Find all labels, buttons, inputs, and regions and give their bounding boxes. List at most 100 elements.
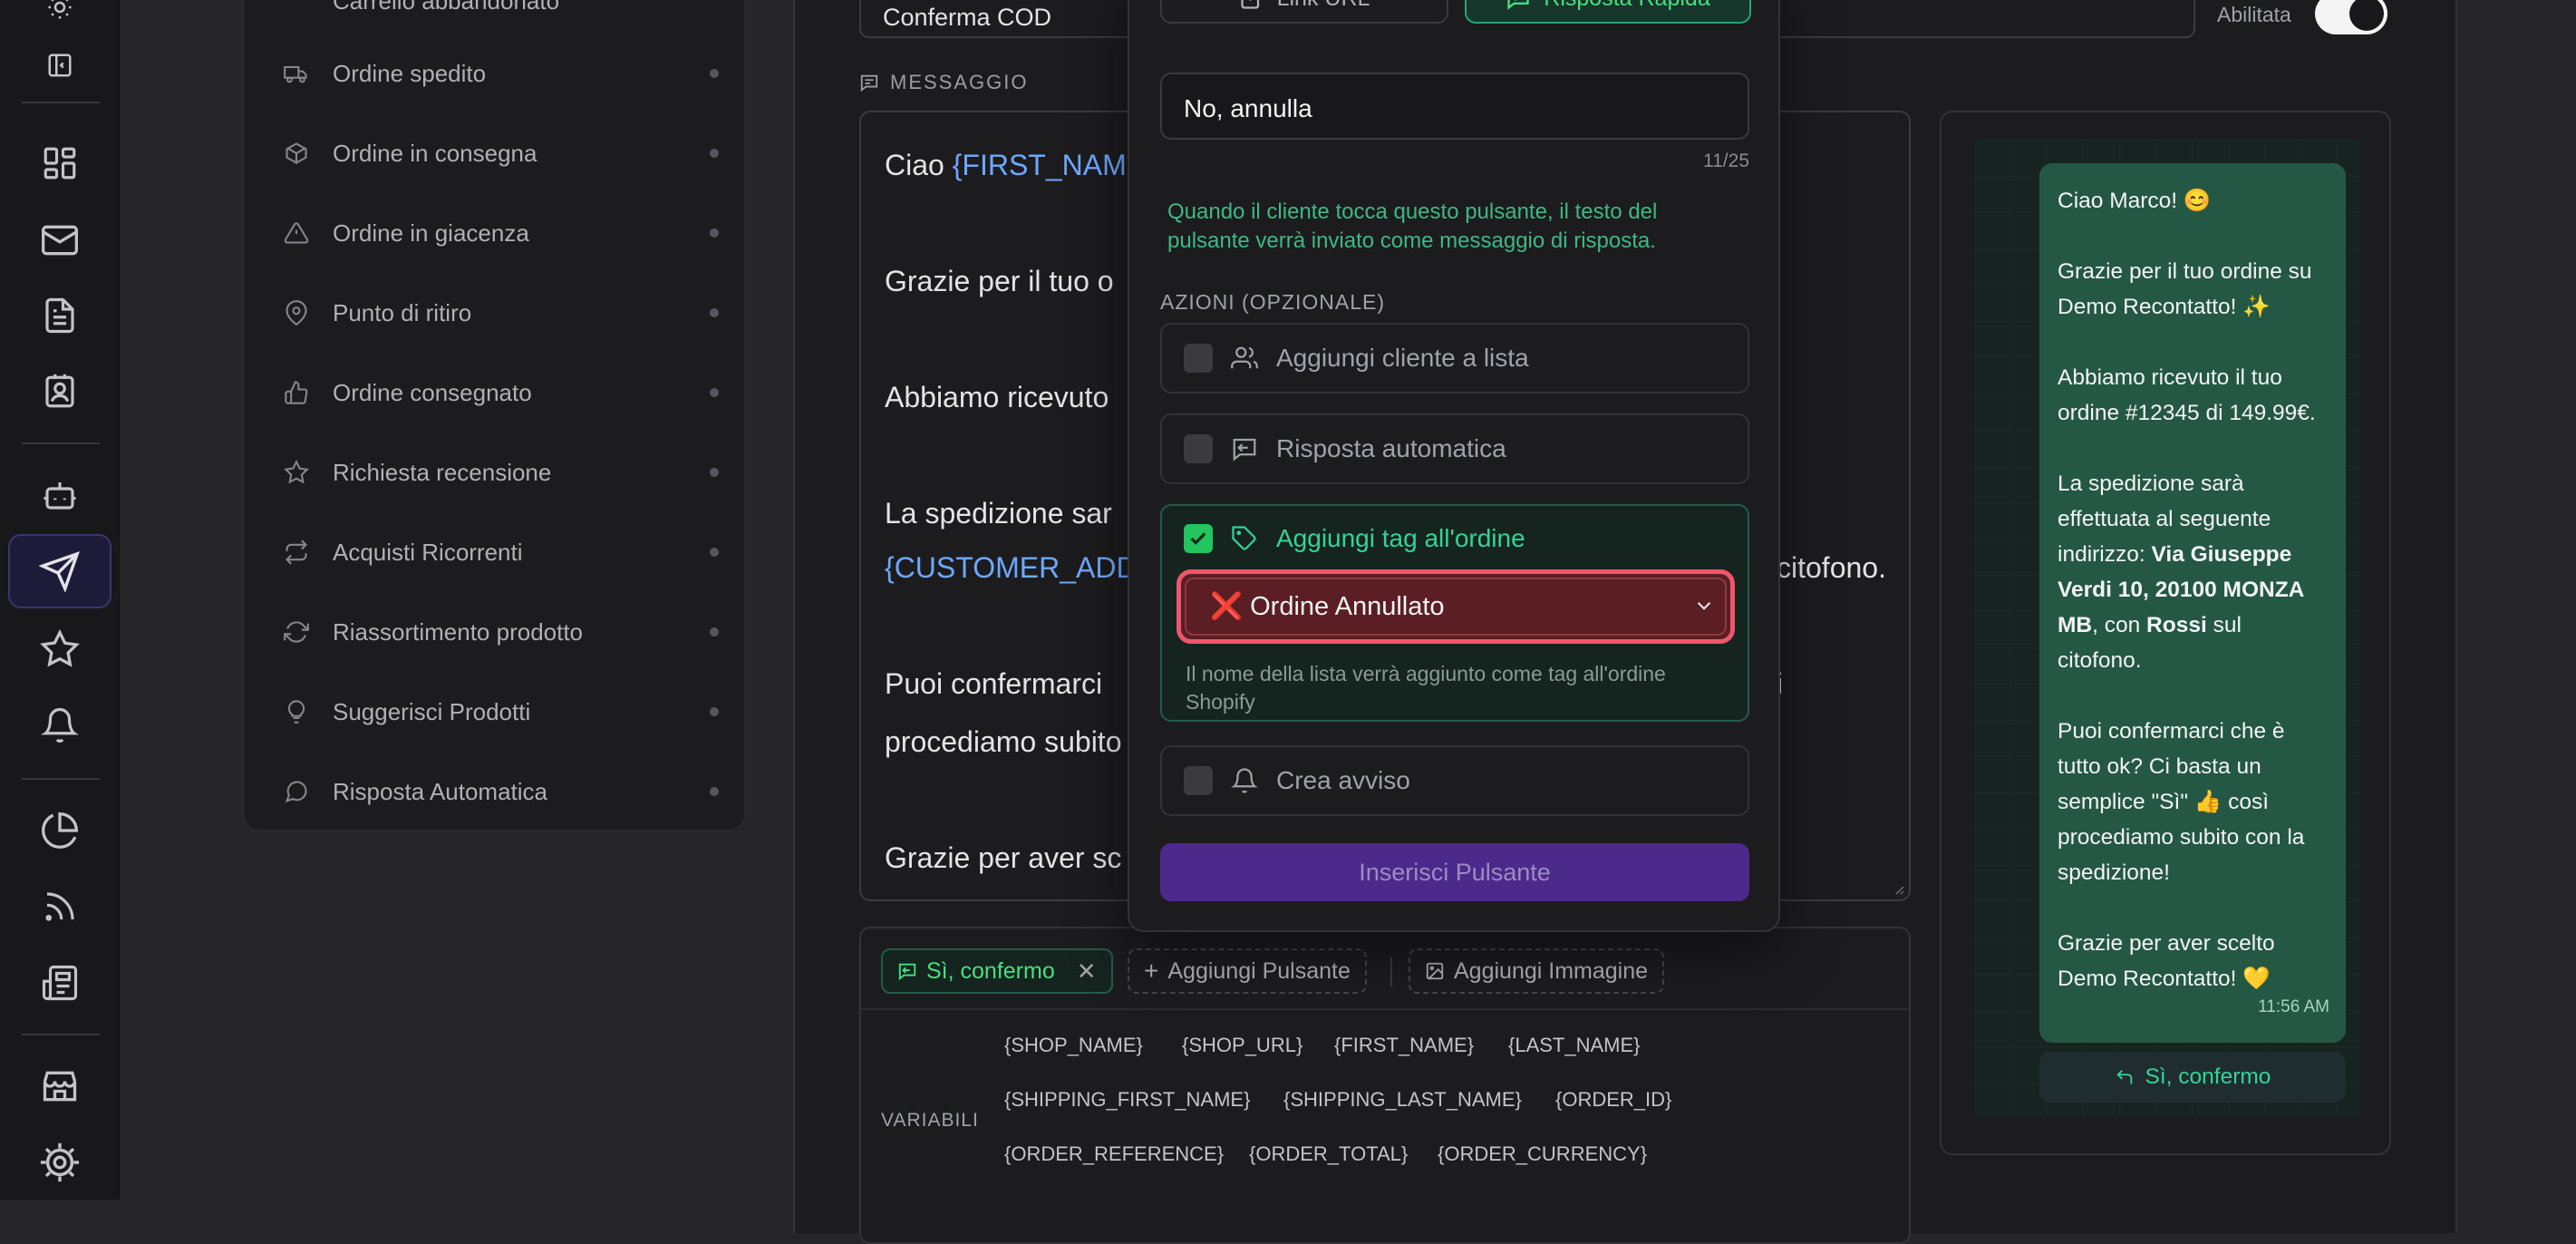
sidebar-item-label: Ordine in giacenza [333,219,529,247]
tab-label: Risposta Rapida [1544,0,1709,12]
create-alert-checkbox[interactable] [1184,766,1213,795]
lightbulb-icon [287,700,305,724]
action-add-to-list[interactable]: Aggiungi cliente a lista [1160,323,1749,394]
sidebar-item-label: Risposta Automatica [333,777,548,805]
sidebar-item-label: Ordine consegnato [333,378,532,406]
send-icon[interactable] [8,534,111,608]
status-dot [710,548,719,557]
sidebar-item-ordine-spedito[interactable]: Ordine spedito [284,55,719,92]
variable-token[interactable]: {FIRST_NAME} [1334,1034,1474,1057]
status-dot [710,787,719,796]
tag-select-value: Ordine Annullato [1250,591,1445,621]
quick-reply-hint: Quando il cliente tocca questo pulsante,… [1167,199,1658,253]
resize-handle-icon[interactable] [1891,881,1905,896]
news-icon[interactable] [38,961,82,1005]
char-counter: 11/25 [1703,151,1749,171]
sun-icon[interactable] [38,0,82,29]
message-icon [860,74,878,92]
divider [861,1008,1909,1010]
sidebar-item-ordine-consegnato[interactable]: Ordine consegnato [284,374,719,411]
template-name-value: Conferma COD [883,4,1052,31]
editor-line: procediamo subito [885,725,1122,758]
enabled-label: Abilitata [2217,3,2291,26]
add-button-button[interactable]: + Aggiungi Pulsante [1128,948,1367,994]
variable-token[interactable]: {ORDER_TOTAL} [1249,1142,1408,1166]
rail-divider [22,1034,100,1035]
auto-reply-checkbox[interactable] [1184,434,1213,463]
editor-line: citofono. [1777,551,1886,584]
pie-chart-icon[interactable] [38,809,82,852]
store-icon[interactable] [38,1064,82,1108]
sidebar-item-ordine-in-giacenza[interactable]: Ordine in giacenza [284,215,719,251]
sidebar-item-risposta-automatica[interactable]: Risposta Automatica [284,773,719,810]
sidebar-item-richiesta-recensione[interactable]: Richiesta recensione [284,454,719,491]
add-button-label: Aggiungi Pulsante [1167,957,1351,984]
sidebar-item-ordine-in-consegna[interactable]: Ordine in consegna [284,135,719,171]
sidebar-item-suggerisci-prodotti[interactable]: Suggerisci Prodotti [284,694,719,730]
variable-token[interactable]: {ORDER_ID} [1555,1088,1671,1112]
variable-token[interactable]: {SHIPPING_FIRST_NAME} [1004,1088,1250,1112]
sidebar-item-acquisti-ricorrenti[interactable]: Acquisti Ricorrenti [284,534,719,570]
editor-line: La spedizione sar [885,497,1112,530]
status-dot [710,627,719,637]
insert-button-button[interactable]: Inserisci Pulsante [1160,843,1749,901]
status-dot [710,228,719,238]
tab-risposta-rapida[interactable]: Risposta Rapida [1465,0,1751,24]
settings-icon[interactable] [38,1141,82,1184]
variable-token[interactable]: {ORDER_CURRENCY} [1438,1142,1647,1166]
preview-paragraph: Grazie per il tuo ordine su Demo Reconta… [2058,259,2312,319]
remove-button-icon[interactable]: ✕ [1077,957,1097,986]
button-chip-si-confermo[interactable]: Sì, confermo ✕ [881,948,1113,994]
sidebar-item-riassortimento[interactable]: Riassortimento prodotto [284,614,719,650]
bot-icon[interactable] [38,473,82,517]
preview-paragraph: Puoi confermarci che è tutto ok? Ci bast… [2058,719,2305,885]
action-auto-reply[interactable]: Risposta automatica [1160,413,1749,484]
variable-token[interactable]: {SHOP_URL} [1182,1034,1303,1057]
mail-icon[interactable] [38,219,82,262]
quick-reply-icon [1507,0,1529,10]
chevron-down-icon [1697,601,1711,610]
message-timestamp: 11:56 AM [2258,997,2329,1016]
variable-token[interactable]: {ORDER_REFERENCE} [1004,1142,1224,1166]
auto-reply-icon [1233,438,1256,462]
variable-token[interactable]: {LAST_NAME} [1508,1034,1641,1057]
variable-token[interactable]: {SHIPPING_LAST_NAME} [1283,1088,1522,1112]
document-icon[interactable] [38,294,82,337]
editor-line: Grazie per aver sc [885,841,1122,874]
dashboard-icon[interactable] [38,141,82,185]
contacts-icon[interactable] [38,370,82,413]
add-button-modal: Link URL Risposta Rapida No, annulla 11/… [1128,0,1780,932]
tab-link-url[interactable]: Link URL [1160,0,1448,24]
variable-token[interactable]: {SHOP_NAME} [1004,1034,1143,1057]
add-image-button[interactable]: Aggiungi Immagine [1409,948,1665,994]
cross-mark-icon: ❌ [1210,592,1244,621]
sidebar-item-carrello[interactable]: Carrello abbandonato [284,0,719,19]
rss-icon[interactable] [38,885,82,928]
bell-icon[interactable] [38,704,82,747]
chip-divider [1390,957,1392,986]
buttons-and-variables-panel: Sì, confermo ✕ + Aggiungi Pulsante Aggiu… [859,927,1911,1244]
enabled-toggle[interactable] [2315,0,2387,34]
editor-line: Grazie per il tuo o [885,265,1114,297]
star-icon [284,460,309,484]
rail-divider [22,778,100,780]
tag-select-field: ❌ Ordine Annullato [1185,578,1727,636]
tag-select[interactable]: ❌ Ordine Annullato [1177,569,1735,644]
status-dot [710,707,719,716]
package-icon [286,142,307,164]
sidebar-item-label: Ordine spedito [333,59,487,87]
button-text-input[interactable]: No, annulla [1160,73,1749,140]
add-tag-header[interactable]: Aggiungi tag all'ordine [1184,524,1525,553]
add-tag-checkbox[interactable] [1184,524,1213,553]
add-to-list-checkbox[interactable] [1184,344,1213,373]
star-icon[interactable] [38,627,82,671]
action-label: Risposta automatica [1276,434,1506,462]
preview-paragraph: Abbiamo ricevuto il tuo ordine #12345 di… [2058,365,2316,425]
sidebar-toggle-icon[interactable] [38,44,82,87]
sidebar-item-punto-di-ritiro[interactable]: Punto di ritiro [284,295,719,331]
action-create-alert[interactable]: Crea avviso [1160,745,1749,816]
sidebar-item-label: Carrello abbandonato [333,0,560,15]
status-dot [710,149,719,158]
button-chip-label: Sì, confermo [926,957,1055,984]
message-section-label: MESSAGGIO [859,71,1028,94]
